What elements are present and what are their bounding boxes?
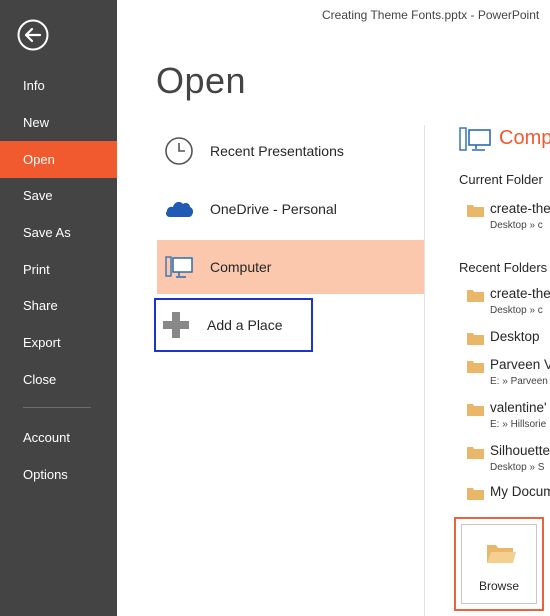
nav-export[interactable]: Export (0, 324, 117, 361)
nav-save-as[interactable]: Save As (0, 214, 117, 251)
back-arrow-icon (17, 19, 49, 51)
folder-icon (467, 205, 484, 217)
page-title: Open (156, 60, 247, 101)
computer-icon (165, 256, 193, 278)
place-label: Computer (210, 259, 272, 275)
backstage-sidebar: Info New Open Save Save As Print Share E… (0, 0, 117, 616)
folder-path: Desktop » c (490, 220, 543, 231)
nav-share[interactable]: Share (0, 287, 117, 324)
folder-icon (467, 333, 484, 345)
nav-open[interactable]: Open (0, 141, 117, 178)
browse-highlight: Browse (454, 517, 544, 611)
back-button[interactable] (17, 19, 49, 51)
folder-icon (467, 447, 484, 459)
place-label: Add a Place (207, 317, 283, 333)
panel-header: Comp (499, 127, 550, 149)
cloud-icon (166, 201, 194, 217)
folder-icon (467, 488, 484, 500)
folder-path: E: » Parveen (490, 376, 548, 387)
nav-save[interactable]: Save (0, 177, 117, 214)
folder-icon (467, 290, 484, 302)
nav-info[interactable]: Info (0, 67, 117, 104)
current-folder-title: Current Folder (459, 172, 543, 187)
browse-button[interactable]: Browse (461, 524, 537, 604)
folder-icon (467, 361, 484, 373)
folder-name: create-the (490, 201, 550, 216)
place-onedrive[interactable]: OneDrive - Personal (157, 182, 425, 236)
nav-divider (23, 407, 91, 408)
place-add-a-place[interactable]: Add a Place (154, 298, 313, 352)
place-label: Recent Presentations (210, 143, 344, 159)
browse-label: Browse (478, 579, 519, 593)
folder-name: My Docum (490, 484, 550, 499)
folder-name: Silhouette (490, 443, 550, 458)
folder-path: Desktop » c (490, 305, 543, 316)
nav-options[interactable]: Options (0, 456, 117, 493)
folder-name: Desktop (490, 329, 540, 344)
folder-name: Parveen V (490, 357, 550, 372)
nav-account[interactable]: Account (0, 419, 117, 456)
folder-name: create-the (490, 286, 550, 301)
recent-folders-title: Recent Folders (459, 260, 548, 275)
folder-path: E: » Hillsorie (490, 419, 547, 430)
panel-divider (424, 125, 425, 616)
folder-icon (467, 404, 484, 416)
place-computer[interactable]: Computer (157, 240, 425, 294)
nav-new[interactable]: New (0, 104, 117, 141)
nav-print[interactable]: Print (0, 251, 117, 288)
plus-icon (163, 312, 189, 338)
computer-icon (459, 127, 491, 151)
place-recent-presentations[interactable]: Recent Presentations (157, 124, 425, 178)
window-title: Creating Theme Fonts.pptx - PowerPoint (322, 8, 540, 22)
folder-name: valentine' (490, 400, 547, 415)
clock-icon (165, 137, 193, 165)
place-label: OneDrive - Personal (210, 201, 337, 217)
nav-close[interactable]: Close (0, 361, 117, 398)
open-folder-icon (487, 545, 516, 563)
folder-path: Desktop » S (490, 462, 545, 473)
